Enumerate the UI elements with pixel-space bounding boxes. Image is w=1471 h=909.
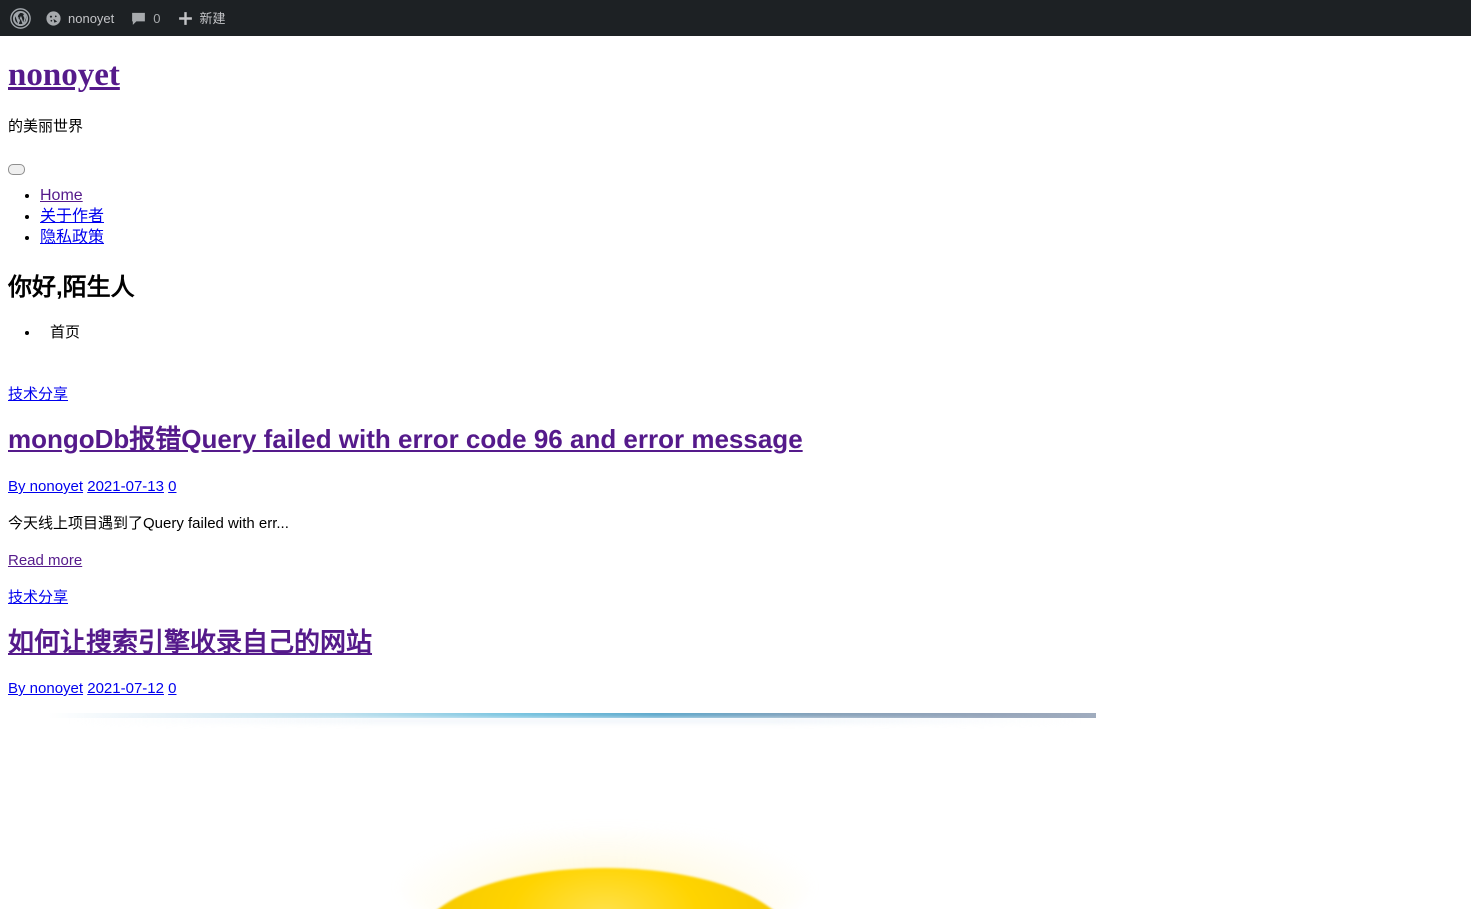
post-1-excerpt: 今天线上项目遇到了Query failed with err... <box>8 515 289 532</box>
post-1-title: mongoDb报错Query failed with error code 96… <box>8 423 803 455</box>
post-2-author-link[interactable]: By nonoyet <box>8 680 83 697</box>
admin-bar-new-content[interactable]: 新建 <box>169 0 234 36</box>
post-2-category: 技术分享 <box>8 588 68 608</box>
wordpress-icon <box>10 7 31 29</box>
nav-link-home[interactable]: Home <box>40 187 83 204</box>
site-title-link[interactable]: nonoyet <box>8 57 120 93</box>
post-2-title-link[interactable]: 如何让搜索引擎收录自己的网站 <box>8 627 372 657</box>
wp-admin-bar: nonoyet 0 新建 <box>0 0 1471 36</box>
comment-bubble-icon <box>130 10 147 27</box>
site-title: nonoyet <box>8 56 120 94</box>
breadcrumb: 首页 <box>0 322 80 344</box>
post-1-read-more-link[interactable]: Read more <box>8 552 82 569</box>
admin-bar-wordpress-logo[interactable] <box>0 0 37 36</box>
post-1-category: 技术分享 <box>8 385 68 405</box>
nav-link-privacy-policy[interactable]: 隐私政策 <box>40 229 104 246</box>
page-title: 你好,陌生人 <box>8 274 135 301</box>
post-1-meta: By nonoyet 2021-07-13 0 <box>8 477 176 497</box>
primary-navigation: Home 关于作者 隐私政策 <box>0 185 104 248</box>
admin-bar-new-content-label: 新建 <box>199 10 226 26</box>
dashboard-gauge-icon <box>45 10 62 27</box>
site-tagline: 的美丽世界 <box>8 118 84 135</box>
nav-link-about-author[interactable]: 关于作者 <box>40 208 104 225</box>
post-1-date-link[interactable]: 2021-07-13 <box>87 478 164 495</box>
post-2-meta: By nonoyet 2021-07-12 0 <box>8 679 176 699</box>
image-gradient-line-soft <box>70 718 1080 724</box>
admin-bar-site-name[interactable]: nonoyet <box>37 0 122 36</box>
plus-icon <box>177 10 194 27</box>
post-2-date-link[interactable]: 2021-07-12 <box>87 680 164 697</box>
nav-item-privacy-policy: 隐私政策 <box>40 227 104 248</box>
post-2-featured-image <box>0 710 1096 909</box>
admin-bar-site-name-label: nonoyet <box>68 10 115 26</box>
breadcrumb-label-home: 首页 <box>50 324 81 341</box>
post-2-title: 如何让搜索引擎收录自己的网站 <box>8 626 372 658</box>
menu-toggle-button[interactable] <box>8 164 25 175</box>
post-2-comment-count-link[interactable]: 0 <box>168 680 176 697</box>
nav-item-about-author: 关于作者 <box>40 206 104 227</box>
post-1-category-link[interactable]: 技术分享 <box>8 386 68 403</box>
nav-item-home: Home <box>40 185 104 206</box>
admin-bar-comments[interactable]: 0 <box>122 0 168 36</box>
post-1-title-link[interactable]: mongoDb报错Query failed with error code 96… <box>8 424 803 454</box>
admin-bar-comment-count: 0 <box>153 10 161 26</box>
post-1-comment-count-link[interactable]: 0 <box>168 478 176 495</box>
post-1-read-more: Read more <box>8 551 82 571</box>
post-1-author-link[interactable]: By nonoyet <box>8 478 83 495</box>
post-2-category-link[interactable]: 技术分享 <box>8 589 68 606</box>
breadcrumb-item-home: 首页 <box>40 322 80 344</box>
